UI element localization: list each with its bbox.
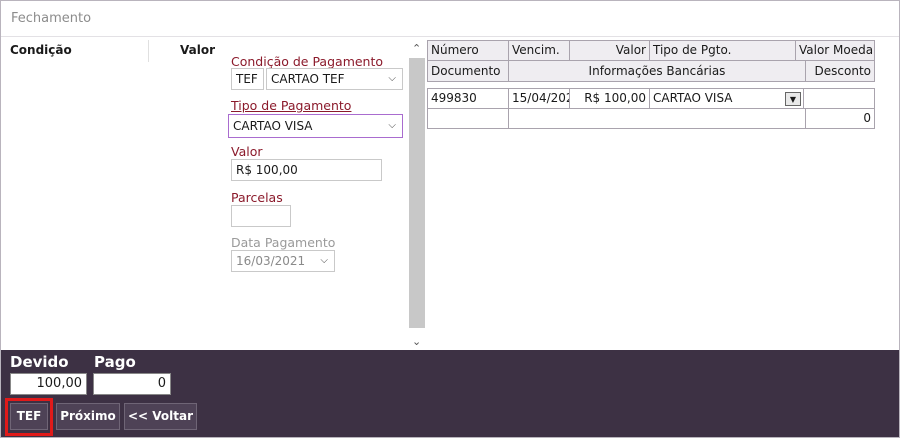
footer-bar: Devido Pago 100,00 0 TEF Próximo << Volt… bbox=[1, 350, 899, 437]
devido-label: Devido bbox=[10, 353, 69, 371]
parcelas-field[interactable] bbox=[231, 205, 291, 227]
grid-cell-valor-moeda[interactable] bbox=[803, 88, 875, 109]
grid-header-valor-moeda[interactable]: Valor Moeda bbox=[795, 40, 875, 61]
window-title: Fechamento bbox=[11, 11, 92, 26]
chevron-down-icon: ⌵ bbox=[388, 73, 396, 84]
list-header-condicao[interactable]: Condição bbox=[10, 43, 72, 57]
grid-header-tipo-pgto[interactable]: Tipo de Pgto. bbox=[649, 40, 796, 61]
grid-header-valor[interactable]: Valor bbox=[569, 40, 650, 61]
data-pagamento-value: 16/03/2021 bbox=[236, 254, 306, 268]
grid-cell-vencimento[interactable]: 15/04/2021 bbox=[508, 88, 570, 109]
grid-cell-desconto[interactable]: 0 bbox=[805, 108, 875, 129]
chevron-down-icon: ⌵ bbox=[320, 255, 328, 266]
dropdown-arrow-icon[interactable]: ▼ bbox=[785, 92, 801, 106]
parcelas-label: Parcelas bbox=[231, 190, 283, 205]
grid-cell-tipo-value: CARTAO VISA bbox=[653, 91, 733, 105]
proximo-button[interactable]: Próximo bbox=[56, 403, 120, 430]
title-divider bbox=[1, 36, 899, 37]
condicao-select-value: CARTAO TEF bbox=[271, 72, 345, 86]
valor-label: Valor bbox=[231, 144, 263, 159]
tef-button[interactable]: TEF bbox=[10, 403, 48, 430]
devido-field[interactable]: 100,00 bbox=[10, 373, 87, 395]
scroll-down-icon[interactable]: ⌄ bbox=[412, 335, 421, 348]
grid-header-vencim[interactable]: Vencim. bbox=[508, 40, 570, 61]
pago-field[interactable]: 0 bbox=[93, 373, 171, 395]
grid-cell-valor[interactable]: R$ 100,00 bbox=[569, 88, 650, 109]
pago-label: Pago bbox=[94, 353, 136, 371]
data-pagamento-picker[interactable]: 16/03/2021 ⌵ bbox=[231, 250, 335, 272]
vertical-scrollbar[interactable]: ⌃ ⌄ bbox=[408, 40, 426, 350]
list-header-separator bbox=[148, 40, 149, 62]
condicao-code-field[interactable]: TEF bbox=[231, 68, 264, 90]
grid-header-numero[interactable]: Número bbox=[427, 40, 509, 61]
valor-field[interactable]: R$ 100,00 bbox=[231, 159, 382, 181]
tipo-label: Tipo de Pagamento bbox=[231, 98, 352, 113]
tipo-select[interactable]: CARTAO VISA ⌵ bbox=[228, 114, 403, 138]
grid-cell-info-bancarias[interactable] bbox=[508, 108, 806, 129]
grid-cell-documento[interactable] bbox=[427, 108, 509, 129]
chevron-down-icon: ⌵ bbox=[388, 120, 396, 131]
grid-header-info-bancarias[interactable]: Informações Bancárias bbox=[508, 60, 806, 82]
grid-cell-tipo[interactable]: CARTAO VISA ▼ bbox=[649, 88, 804, 109]
grid-header-desconto[interactable]: Desconto bbox=[805, 60, 875, 82]
grid-header-documento[interactable]: Documento bbox=[427, 60, 509, 82]
data-pagamento-label: Data Pagamento bbox=[231, 235, 336, 250]
grid-cell-numero[interactable]: 499830 bbox=[427, 88, 509, 109]
scroll-up-icon[interactable]: ⌃ bbox=[412, 42, 421, 55]
voltar-button[interactable]: << Voltar bbox=[124, 403, 197, 430]
tipo-select-value: CARTAO VISA bbox=[233, 119, 313, 133]
scrollbar-thumb[interactable] bbox=[409, 58, 425, 328]
list-header-valor[interactable]: Valor bbox=[180, 43, 215, 57]
condicao-select[interactable]: CARTAO TEF ⌵ bbox=[266, 68, 403, 90]
condicao-label: Condição de Pagamento bbox=[231, 54, 384, 69]
